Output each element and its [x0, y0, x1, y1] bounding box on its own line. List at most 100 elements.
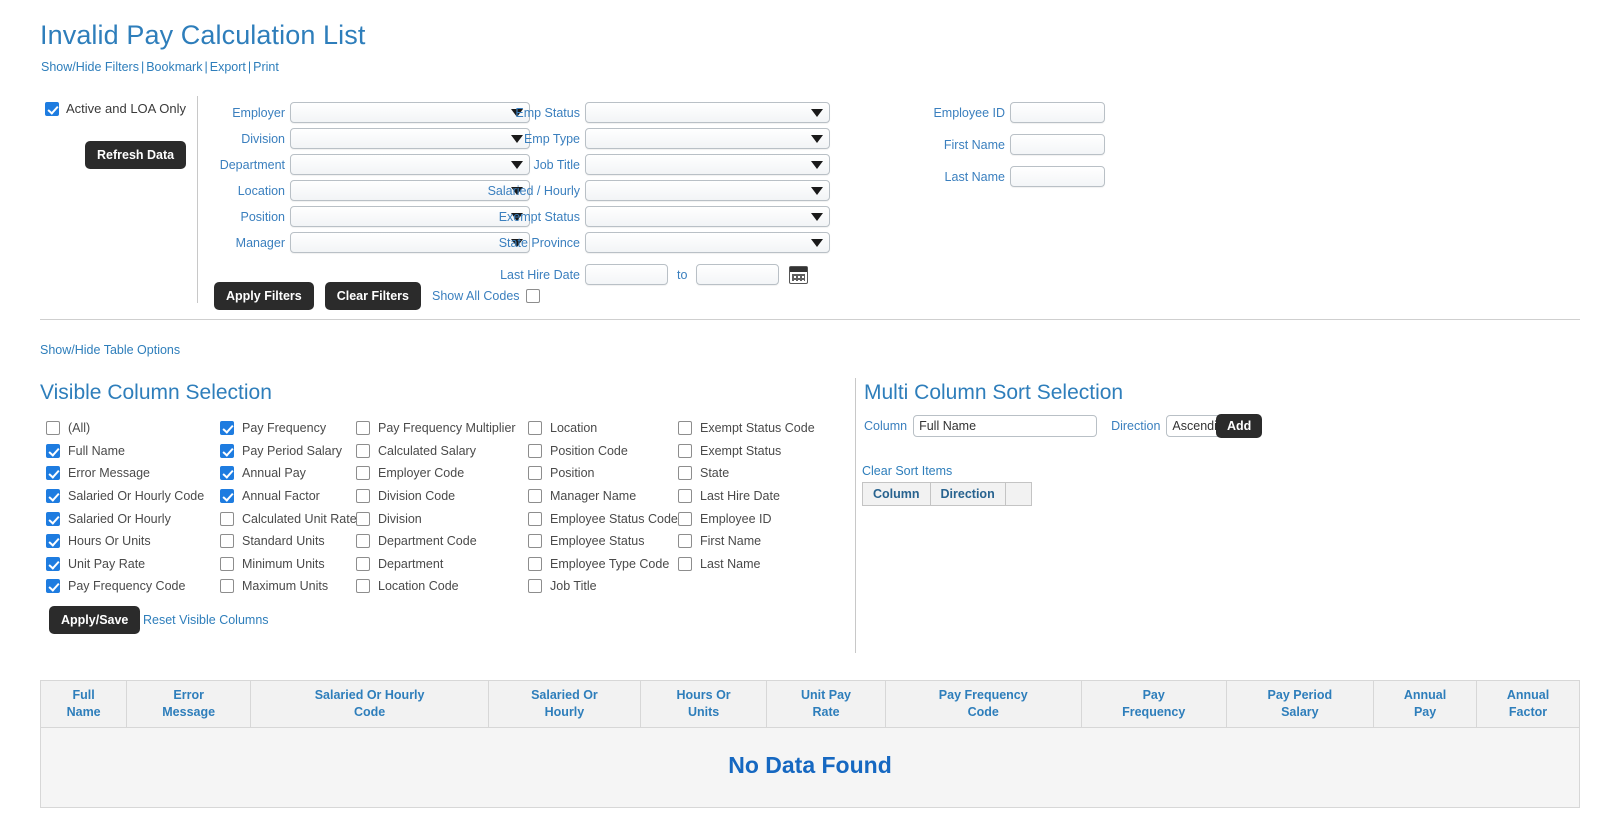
filter-select-job-title[interactable]	[585, 154, 830, 175]
column-checkbox[interactable]	[678, 466, 692, 481]
add-sort-button[interactable]: Add	[1216, 414, 1263, 438]
show-all-codes-checkbox[interactable]	[525, 289, 540, 303]
column-checkbox-row[interactable]: Pay Frequency Code	[46, 575, 204, 598]
column-checkbox[interactable]	[220, 489, 234, 504]
column-checkbox[interactable]	[528, 443, 542, 458]
column-checkbox-row[interactable]: Division Code	[356, 485, 516, 508]
results-column-header[interactable]: Annual Factor	[1476, 680, 1580, 728]
column-checkbox-row[interactable]: Manager Name	[528, 485, 678, 508]
column-checkbox[interactable]	[356, 443, 370, 458]
column-checkbox-row[interactable]: Employee Status	[528, 530, 678, 553]
column-checkbox-row[interactable]: Annual Pay	[220, 462, 357, 485]
show-hide-filters-link[interactable]: Show/Hide Filters	[41, 60, 139, 74]
print-link[interactable]: Print	[253, 60, 279, 74]
column-checkbox-row[interactable]: Location	[528, 417, 678, 440]
clear-sort-items-link[interactable]: Clear Sort Items	[862, 464, 952, 478]
column-checkbox-row[interactable]: Full Name	[46, 440, 204, 463]
results-column-header[interactable]: Pay Period Salary	[1225, 680, 1375, 728]
show-all-codes-row[interactable]: Show All Codes	[432, 289, 540, 303]
column-checkbox-row[interactable]: Department Code	[356, 530, 516, 553]
calendar-icon[interactable]	[789, 265, 809, 284]
column-checkbox-row[interactable]: Pay Frequency Multiplier	[356, 417, 516, 440]
column-checkbox[interactable]	[46, 421, 60, 436]
column-checkbox[interactable]	[528, 556, 542, 571]
column-checkbox[interactable]	[356, 579, 370, 594]
column-checkbox-row[interactable]: Employee ID	[678, 507, 815, 530]
column-checkbox[interactable]	[356, 489, 370, 504]
results-column-header[interactable]: Unit Pay Rate	[766, 680, 886, 728]
column-checkbox[interactable]	[678, 556, 692, 571]
column-checkbox-row[interactable]: Salaried Or Hourly Code	[46, 485, 204, 508]
active-loa-only-checkbox[interactable]	[45, 101, 59, 116]
column-checkbox-row[interactable]: State	[678, 462, 815, 485]
column-checkbox[interactable]	[46, 556, 60, 571]
column-checkbox[interactable]	[678, 489, 692, 504]
column-checkbox-row[interactable]: Exempt Status	[678, 440, 815, 463]
column-checkbox-row[interactable]: Job Title	[528, 575, 678, 598]
column-checkbox[interactable]	[220, 466, 234, 481]
column-checkbox[interactable]	[356, 421, 370, 436]
column-checkbox-row[interactable]: Location Code	[356, 575, 516, 598]
column-checkbox[interactable]	[220, 556, 234, 571]
results-column-header[interactable]: Salaried Or Hourly	[488, 680, 641, 728]
last-hire-date-to-input[interactable]	[696, 264, 780, 285]
column-checkbox-row[interactable]: Position Code	[528, 440, 678, 463]
results-column-header[interactable]: Annual Pay	[1373, 680, 1478, 728]
column-checkbox[interactable]	[356, 556, 370, 571]
column-checkbox[interactable]	[678, 421, 692, 436]
column-checkbox[interactable]	[220, 443, 234, 458]
column-checkbox[interactable]	[220, 579, 234, 594]
column-checkbox-row[interactable]: Calculated Salary	[356, 440, 516, 463]
column-checkbox-row[interactable]: Annual Factor	[220, 485, 357, 508]
column-checkbox[interactable]	[46, 534, 60, 549]
column-checkbox-row[interactable]: Last Hire Date	[678, 485, 815, 508]
filter-select-exempt-status[interactable]	[585, 206, 830, 227]
column-checkbox[interactable]	[528, 466, 542, 481]
filter-select-emp-status[interactable]	[585, 102, 830, 123]
column-checkbox-row[interactable]: Error Message	[46, 462, 204, 485]
column-checkbox[interactable]	[46, 489, 60, 504]
column-checkbox[interactable]	[46, 511, 60, 526]
results-column-header[interactable]: Pay Frequency	[1080, 680, 1227, 728]
column-checkbox[interactable]	[356, 534, 370, 549]
column-checkbox-row[interactable]: First Name	[678, 530, 815, 553]
results-column-header[interactable]: Full Name	[39, 680, 128, 728]
column-checkbox-row[interactable]: Standard Units	[220, 530, 357, 553]
last-name-input[interactable]	[1010, 166, 1105, 187]
column-checkbox-row[interactable]: Exempt Status Code	[678, 417, 815, 440]
column-checkbox-row[interactable]: Maximum Units	[220, 575, 357, 598]
results-column-header[interactable]: Pay Frequency Code	[884, 680, 1082, 728]
column-checkbox-row[interactable]: Salaried Or Hourly	[46, 507, 204, 530]
column-checkbox-row[interactable]: Unit Pay Rate	[46, 553, 204, 576]
results-column-header[interactable]: Error Message	[126, 680, 252, 728]
column-checkbox-row[interactable]: Hours Or Units	[46, 530, 204, 553]
clear-filters-button[interactable]: Clear Filters	[324, 282, 421, 310]
column-checkbox[interactable]	[528, 534, 542, 549]
bookmark-link[interactable]: Bookmark	[146, 60, 202, 74]
column-checkbox-row[interactable]: Division	[356, 507, 516, 530]
column-checkbox[interactable]	[356, 466, 370, 481]
column-checkbox[interactable]	[678, 511, 692, 526]
sort-column-input[interactable]: Full Name	[913, 415, 1098, 437]
show-hide-table-options-link[interactable]: Show/Hide Table Options	[40, 343, 180, 357]
column-checkbox[interactable]	[46, 466, 60, 481]
column-checkbox-row[interactable]: Pay Frequency	[220, 417, 357, 440]
column-checkbox[interactable]	[220, 421, 234, 436]
column-checkbox-row[interactable]: Last Name	[678, 553, 815, 576]
column-checkbox[interactable]	[528, 579, 542, 594]
last-hire-date-from-input[interactable]	[585, 264, 668, 285]
column-checkbox-row[interactable]: Employee Type Code	[528, 553, 678, 576]
column-checkbox-row[interactable]: Department	[356, 553, 516, 576]
column-checkbox-row[interactable]: Position	[528, 462, 678, 485]
column-checkbox[interactable]	[678, 443, 692, 458]
column-checkbox-row[interactable]: Calculated Unit Rate	[220, 507, 357, 530]
employee-id-input[interactable]	[1010, 102, 1105, 123]
column-checkbox-row[interactable]: (All)	[46, 417, 204, 440]
column-checkbox[interactable]	[220, 534, 234, 549]
column-checkbox[interactable]	[46, 443, 60, 458]
column-checkbox[interactable]	[356, 511, 370, 526]
column-checkbox[interactable]	[528, 421, 542, 436]
column-checkbox-row[interactable]: Pay Period Salary	[220, 440, 357, 463]
column-checkbox[interactable]	[220, 511, 234, 526]
refresh-data-button[interactable]: Refresh Data	[85, 141, 187, 169]
